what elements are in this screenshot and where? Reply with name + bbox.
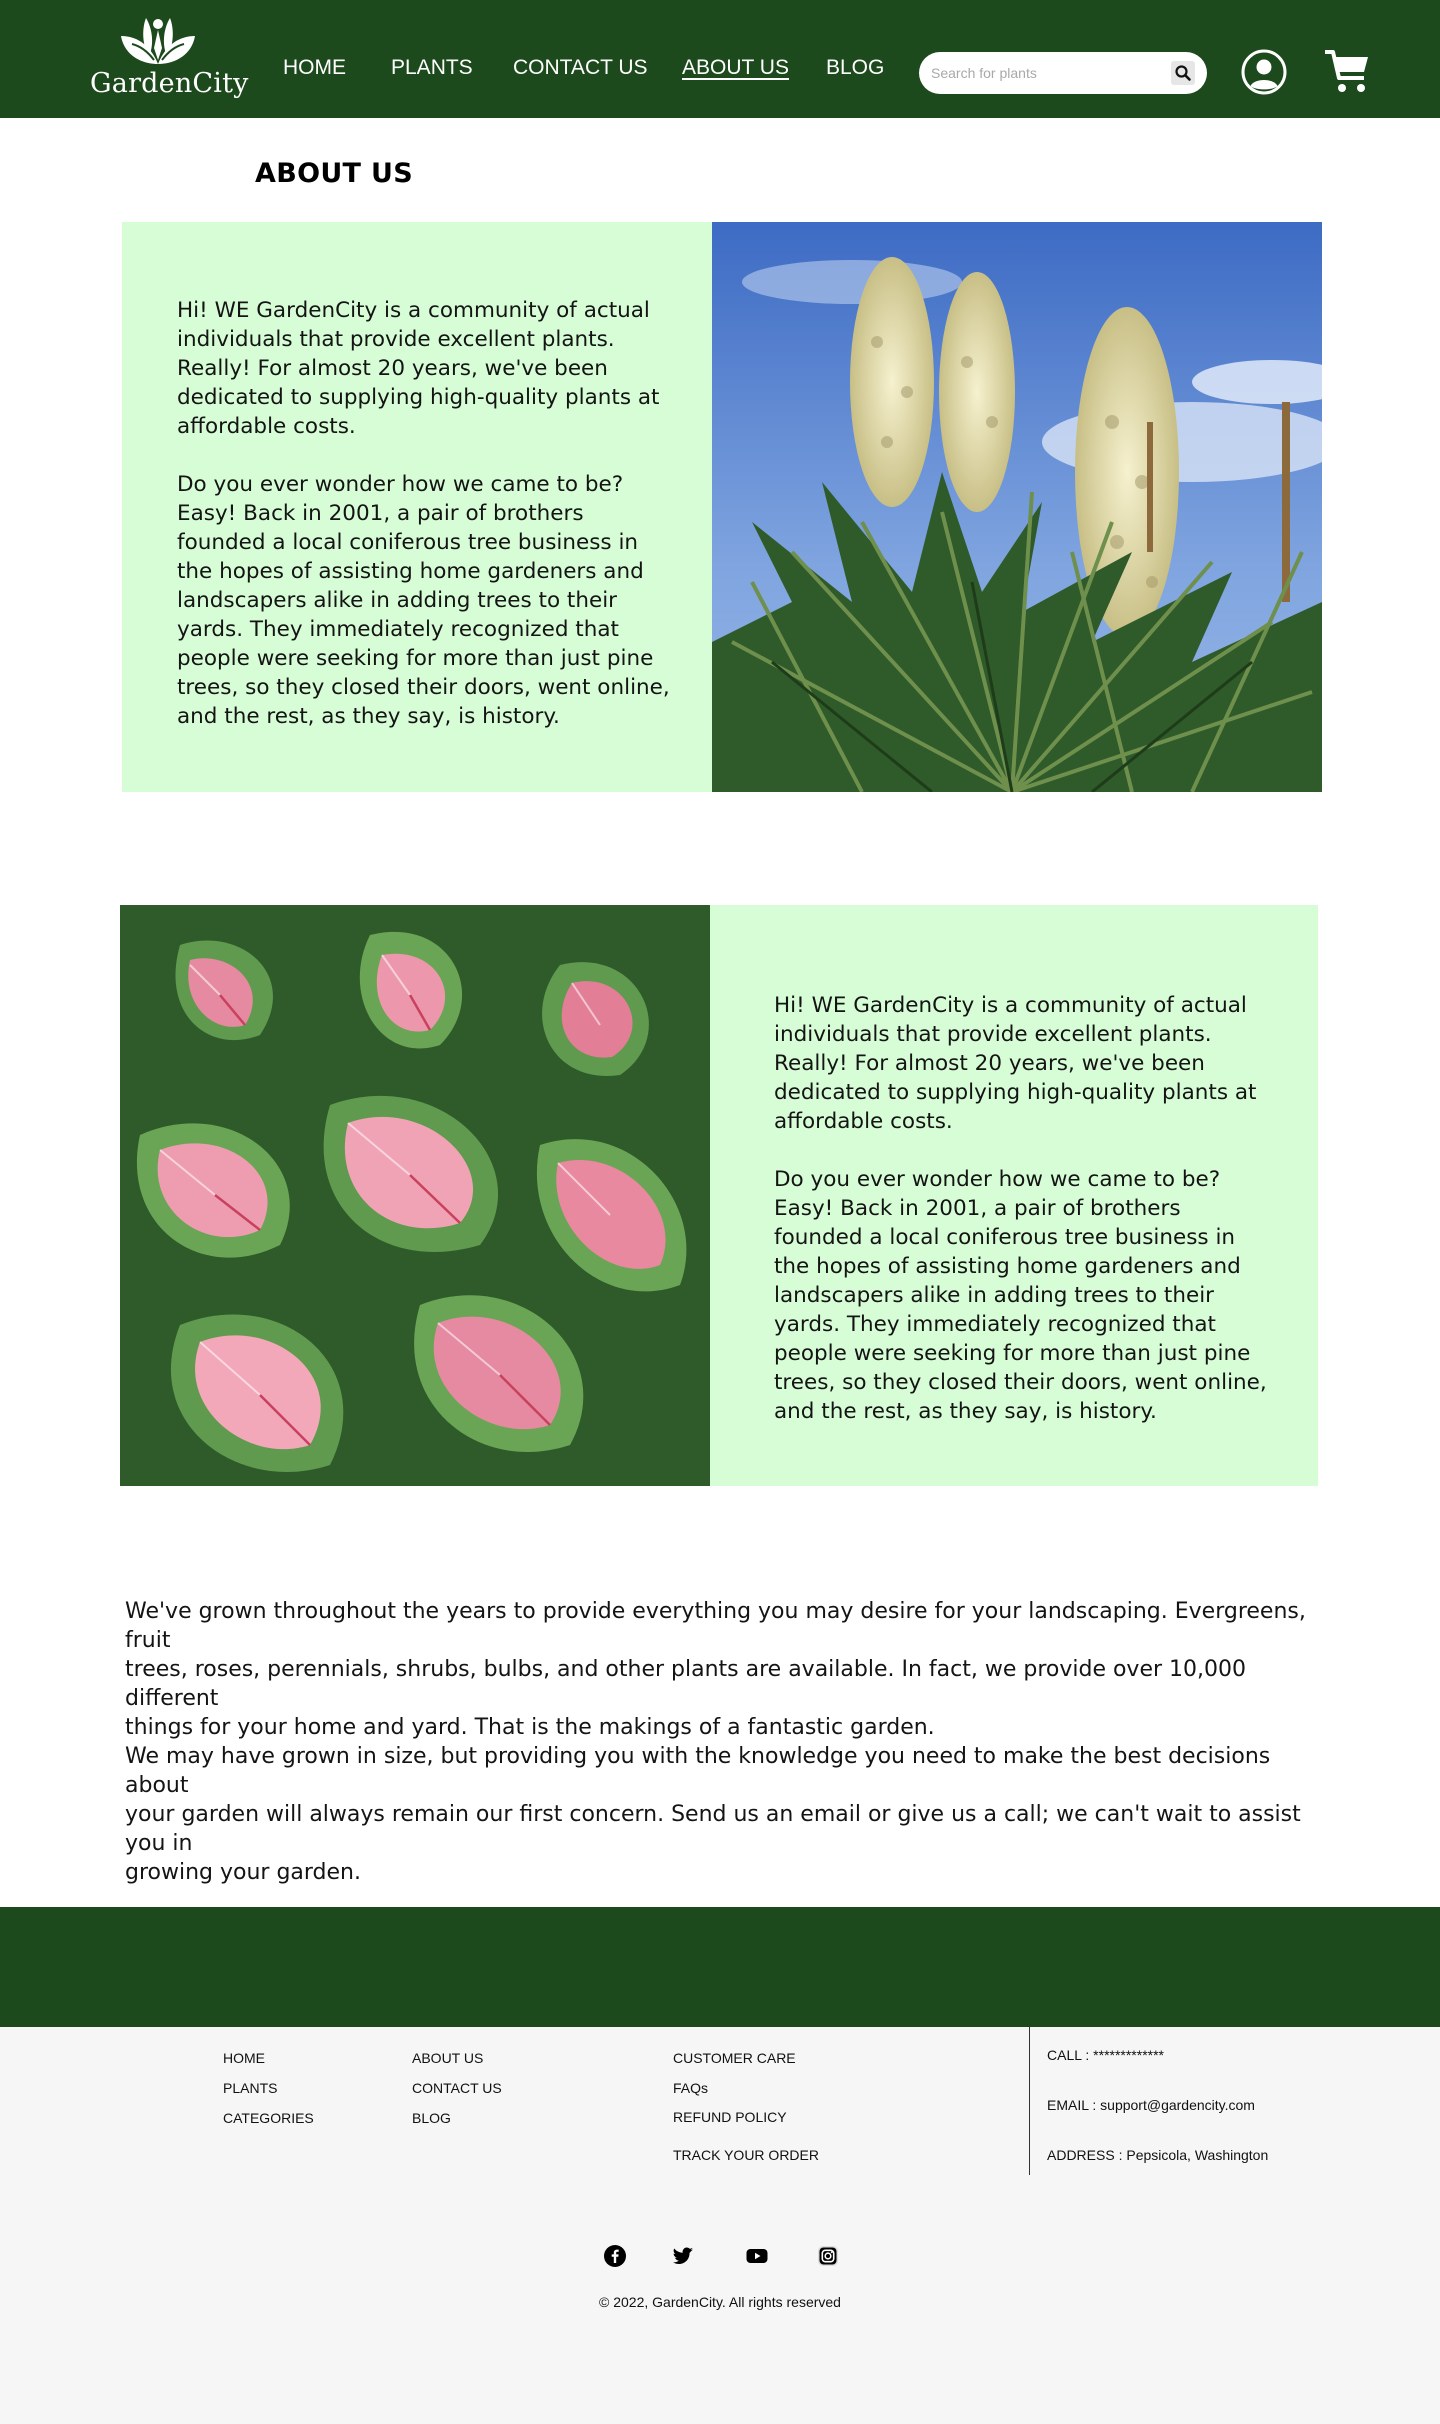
search-box	[919, 52, 1207, 94]
footer-link-refund-policy[interactable]: REFUND POLICY	[673, 2109, 787, 2125]
account-button[interactable]	[1240, 48, 1288, 96]
brand-name: GardenCity	[90, 68, 249, 99]
instagram-icon	[818, 2246, 838, 2266]
footer-link-blog[interactable]: BLOG	[412, 2110, 451, 2126]
about-text-1: Hi! WE GardenCity is a community of actu…	[177, 298, 670, 729]
brand-logo[interactable]: GardenCity	[90, 14, 249, 106]
footer-address: ADDRESS : Pepsicola, Washington	[1047, 2147, 1269, 2163]
caladium-leaves-photo	[120, 905, 710, 1486]
footer-link-track-order[interactable]: TRACK YOUR ORDER	[673, 2147, 819, 2163]
twitter-icon	[673, 2247, 693, 2265]
footer-link-plants[interactable]: PLANTS	[223, 2080, 277, 2096]
footer-band	[0, 1907, 1440, 2027]
footer-call: CALL : *************	[1047, 2047, 1164, 2063]
footer-link-customer-care[interactable]: CUSTOMER CARE	[673, 2050, 796, 2066]
account-icon	[1241, 49, 1287, 95]
youtube-link[interactable]	[745, 2244, 769, 2268]
footer-email[interactable]: EMAIL : support@gardencity.com	[1047, 2097, 1255, 2113]
twitter-link[interactable]	[671, 2244, 695, 2268]
nav-contact-us[interactable]: CONTACT US	[513, 56, 648, 80]
yucca-flowers-photo	[712, 222, 1322, 792]
facebook-icon	[604, 2245, 626, 2267]
footer-link-about-us[interactable]: ABOUT US	[412, 2050, 483, 2066]
cart-icon	[1325, 50, 1368, 92]
youtube-icon	[746, 2249, 768, 2263]
nav-home[interactable]: HOME	[283, 56, 346, 80]
search-button[interactable]	[1171, 61, 1195, 85]
nav-about-us[interactable]: ABOUT US	[682, 56, 789, 80]
footer-divider	[1029, 2027, 1030, 2175]
closing-paragraph: We've grown throughout the years to prov…	[125, 1599, 1306, 1885]
footer-link-faqs[interactable]: FAQs	[673, 2080, 708, 2096]
cart-button[interactable]	[1322, 46, 1372, 96]
footer-link-categories[interactable]: CATEGORIES	[223, 2110, 314, 2126]
nav-plants[interactable]: PLANTS	[391, 56, 473, 80]
page-title: ABOUT US	[255, 158, 413, 189]
site-header: GardenCity HOME PLANTS CONTACT US ABOUT …	[0, 0, 1440, 118]
about-text-2: Hi! WE GardenCity is a community of actu…	[774, 993, 1267, 1424]
copyright-text: © 2022, GardenCity. All rights reserved	[599, 2294, 841, 2310]
footer-link-home[interactable]: HOME	[223, 2050, 265, 2066]
site-footer	[0, 2027, 1440, 2424]
leaf-logo-icon	[121, 18, 195, 64]
nav-blog[interactable]: BLOG	[826, 56, 884, 80]
instagram-link[interactable]	[816, 2244, 840, 2268]
footer-link-contact-us[interactable]: CONTACT US	[412, 2080, 502, 2096]
search-input[interactable]	[931, 60, 1171, 86]
search-icon	[1175, 65, 1191, 81]
facebook-link[interactable]	[603, 2244, 627, 2268]
